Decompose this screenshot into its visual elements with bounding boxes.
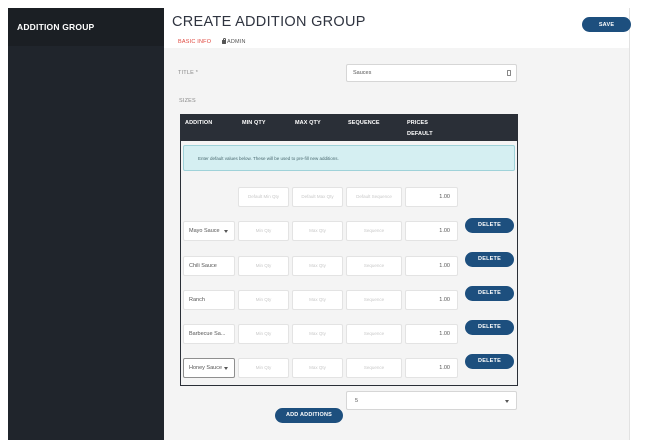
addition-select[interactable]: Mayo Sauce [183, 221, 235, 241]
sequence-input[interactable]: Sequence [346, 256, 402, 276]
addition-name: Mayo Sauce [189, 228, 220, 234]
max-qty-input[interactable]: Max Qty [292, 221, 343, 241]
default-sequence-input[interactable]: Default Sequence [346, 187, 402, 207]
title-label: TITLE * [178, 70, 199, 76]
price-input[interactable]: 1.00 [405, 324, 458, 344]
price-input[interactable]: 1.00 [405, 358, 458, 378]
page-title: CREATE ADDITION GROUP [172, 14, 366, 30]
sequence-input[interactable]: Sequence [346, 324, 402, 344]
default-min-qty-input[interactable]: Default Min Qty [238, 187, 289, 207]
delete-button[interactable]: DELETE [465, 354, 514, 369]
col-sequence: SEQUENCE [348, 120, 380, 126]
additions-table: ADDITION MIN QTY MAX QTY SEQUENCE PRICES… [180, 114, 518, 386]
sidebar: ADDITION GROUP [8, 8, 164, 440]
addition-name: Honey Sauce [189, 365, 223, 371]
delete-button[interactable]: DELETE [465, 218, 514, 233]
tab-admin[interactable]: ADMIN [222, 37, 246, 45]
max-qty-input[interactable]: Max Qty [292, 290, 343, 310]
col-addition: ADDITION [185, 120, 213, 126]
info-message: Enter default values below. These will b… [183, 145, 515, 171]
price-input[interactable]: 1.00 [405, 256, 458, 276]
price-input[interactable]: 1.00 [405, 221, 458, 241]
default-price-input[interactable]: 1.00 [405, 187, 458, 207]
chevron-down-icon [224, 230, 228, 233]
col-prices: PRICES [407, 120, 429, 126]
delete-button[interactable]: DELETE [465, 252, 514, 267]
min-qty-input[interactable]: Min Qty [238, 221, 289, 241]
addition-name: Chili Sauce [189, 263, 217, 269]
add-additions-button[interactable]: ADD ADDITIONS [275, 408, 343, 423]
delete-button[interactable]: DELETE [465, 286, 514, 301]
price-input[interactable]: 1.00 [405, 290, 458, 310]
col-default: DEFAULT [407, 131, 433, 137]
min-qty-input[interactable]: Min Qty [238, 324, 289, 344]
title-input[interactable]: Sauces [346, 64, 517, 82]
lock-icon [222, 37, 227, 44]
addition-name: Ranch [189, 297, 205, 303]
sequence-input[interactable]: Sequence [346, 221, 402, 241]
addition-select[interactable]: Honey Sauce [183, 358, 235, 378]
min-qty-input[interactable]: Min Qty [238, 256, 289, 276]
additions-count-value: 5 [355, 398, 359, 404]
chevron-down-icon [505, 400, 509, 403]
addition-select[interactable]: Chili Sauce [183, 256, 235, 276]
save-button[interactable]: SAVE [582, 17, 631, 32]
addition-select[interactable]: Ranch [183, 290, 235, 310]
clipboard-icon [507, 70, 511, 76]
max-qty-input[interactable]: Max Qty [292, 324, 343, 344]
chevron-down-icon [224, 367, 228, 370]
addition-name: Barbecue Sa... [189, 331, 226, 337]
default-max-qty-input[interactable]: Default Max Qty [292, 187, 343, 207]
sequence-input[interactable]: Sequence [346, 358, 402, 378]
max-qty-input[interactable]: Max Qty [292, 358, 343, 378]
sidebar-title[interactable]: ADDITION GROUP [8, 8, 164, 46]
table-header: ADDITION MIN QTY MAX QTY SEQUENCE PRICES… [181, 115, 517, 141]
delete-button[interactable]: DELETE [465, 320, 514, 335]
tab-admin-label: ADMIN [227, 39, 246, 45]
sequence-input[interactable]: Sequence [346, 290, 402, 310]
col-min-qty: MIN QTY [242, 120, 266, 126]
page-border [629, 8, 630, 440]
col-max-qty: MAX QTY [295, 120, 321, 126]
min-qty-input[interactable]: Min Qty [238, 290, 289, 310]
min-qty-input[interactable]: Min Qty [238, 358, 289, 378]
max-qty-input[interactable]: Max Qty [292, 256, 343, 276]
title-value: Sauces [353, 70, 372, 76]
addition-select[interactable]: Barbecue Sa... [183, 324, 235, 344]
sizes-label: SIZES [179, 98, 196, 104]
additions-count-select[interactable]: 5 [346, 391, 517, 410]
